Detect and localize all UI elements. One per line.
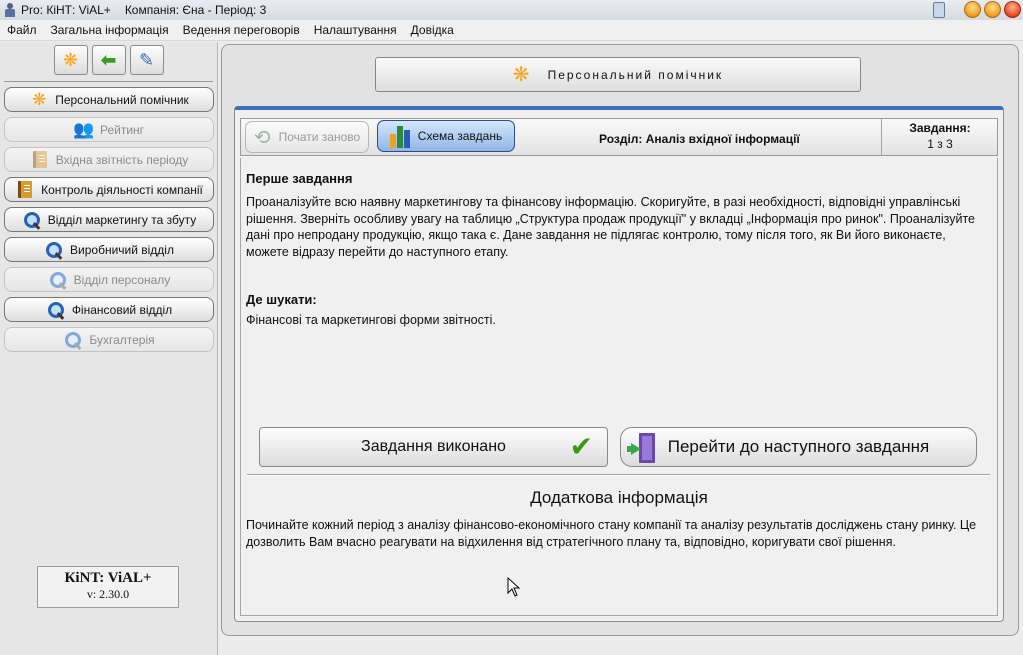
sidebar-item-label: Фінансовий відділ [71, 302, 173, 317]
content-divider [247, 474, 990, 476]
bar-chart-icon [389, 124, 410, 148]
sidebar-item-company-control[interactable]: Контроль діяльності компанії [4, 177, 214, 202]
assistant-icon: ❋ [32, 90, 47, 109]
where-title: Де шукати: [246, 292, 317, 307]
menu-general-info[interactable]: Загальна інформація [44, 23, 176, 37]
sidebar-item-assistant[interactable]: ❋ Персональний помічник [4, 87, 214, 112]
window-title: Pro: КіНТ: ViAL+ [21, 3, 111, 17]
assistant-toolbar-button[interactable]: ❋ [53, 45, 88, 75]
version-box: КіNT: ViAL+ v: 2.30.0 [37, 566, 179, 608]
sidebar-item-label: Виробничий відділ [70, 242, 174, 257]
report-book-icon [30, 150, 50, 170]
magnifier-icon [22, 210, 42, 230]
sidebar-toolbar: ❋ ⬅ ✎ [0, 45, 217, 75]
sidebar-item-production[interactable]: Виробничий відділ [4, 237, 214, 262]
menu-bar: Файл Загальна інформація Ведення перегов… [0, 20, 1023, 41]
company-period-title: Компанія: Єна - Період: 3 [124, 3, 267, 17]
task-done-label: Завдання виконано [361, 438, 506, 455]
minimize-button[interactable] [964, 1, 981, 18]
sidebar-divider [4, 81, 213, 82]
task-header: ⟲ Почати заново Схема завдань Розділ: Ан… [240, 118, 998, 156]
next-task-label: Перейти до наступного завдання [667, 437, 930, 456]
title-bar: Pro: КіНТ: ViAL+ Компанія: Єна - Період:… [0, 0, 1023, 20]
magnifier-icon [63, 330, 83, 350]
menu-settings[interactable]: Налаштування [307, 23, 404, 37]
version-name: КіNT: ViAL+ [64, 570, 152, 586]
menu-help[interactable]: Довідка [404, 23, 461, 37]
mouse-cursor-icon [507, 577, 521, 597]
version-number: v: 2.30.0 [86, 587, 130, 601]
extra-info-text: Починайте кожний період з аналізу фінанс… [246, 518, 977, 549]
personal-assistant-button[interactable]: ❋ Персональний помічник [375, 57, 861, 92]
section-label: Розділ: Аналіз вхідної інформації [599, 132, 800, 146]
sidebar-item-label: Контроль діяльності компанії [41, 182, 203, 197]
tools-icon: ✎ [138, 50, 155, 70]
restart-button[interactable]: ⟲ Почати заново [245, 121, 369, 153]
sidebar-item-label: Рейтинг [99, 122, 145, 137]
back-toolbar-button[interactable]: ⬅ [91, 45, 126, 75]
task-scheme-label: Схема завдань [417, 129, 503, 143]
tasks-counter: Завдання: 1 з 3 [883, 121, 997, 151]
maximize-button[interactable] [984, 1, 1001, 18]
sidebar-item-label: Вхідна звітність періоду [55, 152, 189, 167]
sidebar-item-personnel[interactable]: Відділ персоналу [4, 267, 214, 292]
sidebar-item-incoming-reports[interactable]: Вхідна звітність періоду [4, 147, 214, 172]
sidebar-item-finance[interactable]: Фінансовий відділ [4, 297, 214, 322]
sidebar-item-accounting[interactable]: Бухгалтерія [4, 327, 214, 352]
exit-door-icon [627, 433, 657, 463]
people-icon: 👥 [73, 120, 95, 139]
assistant-icon: ❋ [512, 64, 530, 86]
menu-file[interactable]: Файл [0, 23, 44, 37]
sidebar-item-label: Відділ маркетингу та збуту [47, 212, 197, 227]
header-divider [881, 119, 882, 155]
task-description: Проаналізуйте всю наявну маркетингову та… [246, 195, 975, 259]
tools-toolbar-button[interactable]: ✎ [129, 45, 164, 75]
device-icon[interactable] [933, 1, 945, 18]
restart-icon: ⟲ [253, 126, 271, 149]
close-button[interactable] [1004, 1, 1021, 18]
magnifier-icon [44, 240, 64, 260]
back-arrow-icon: ⬅ [100, 50, 117, 70]
sidebar-item-marketing[interactable]: Відділ маркетингу та збуту [4, 207, 214, 232]
tasks-count: 1 з 3 [927, 137, 953, 151]
task-title: Перше завдання [246, 171, 353, 186]
sidebar-item-label: Бухгалтерія [89, 332, 155, 347]
assistant-button-label: Персональний помічник [547, 67, 724, 82]
app-user-icon [3, 3, 17, 17]
sidebar-item-label: Персональний помічник [55, 92, 189, 107]
magnifier-icon [48, 270, 68, 290]
sidebar-item-rating[interactable]: 👥 Рейтинг [4, 117, 214, 142]
report-book-icon [15, 180, 35, 200]
task-done-button[interactable]: Завдання виконано ✔ [259, 427, 608, 467]
tasks-label: Завдання: [909, 121, 971, 135]
extra-info-title: Додаткова інформація [530, 488, 708, 507]
where-text: Фінансові та маркетингові форми звітност… [246, 313, 496, 327]
magnifier-icon [46, 300, 66, 320]
restart-label: Почати заново [278, 130, 361, 144]
menu-negotiations[interactable]: Ведення переговорів [176, 23, 307, 37]
task-scheme-button[interactable]: Схема завдань [377, 120, 515, 152]
sidebar-item-label: Відділ персоналу [73, 272, 171, 287]
checkmark-icon: ✔ [569, 431, 593, 462]
assistant-icon: ❋ [62, 50, 79, 70]
next-task-button[interactable]: Перейти до наступного завдання [620, 427, 977, 467]
